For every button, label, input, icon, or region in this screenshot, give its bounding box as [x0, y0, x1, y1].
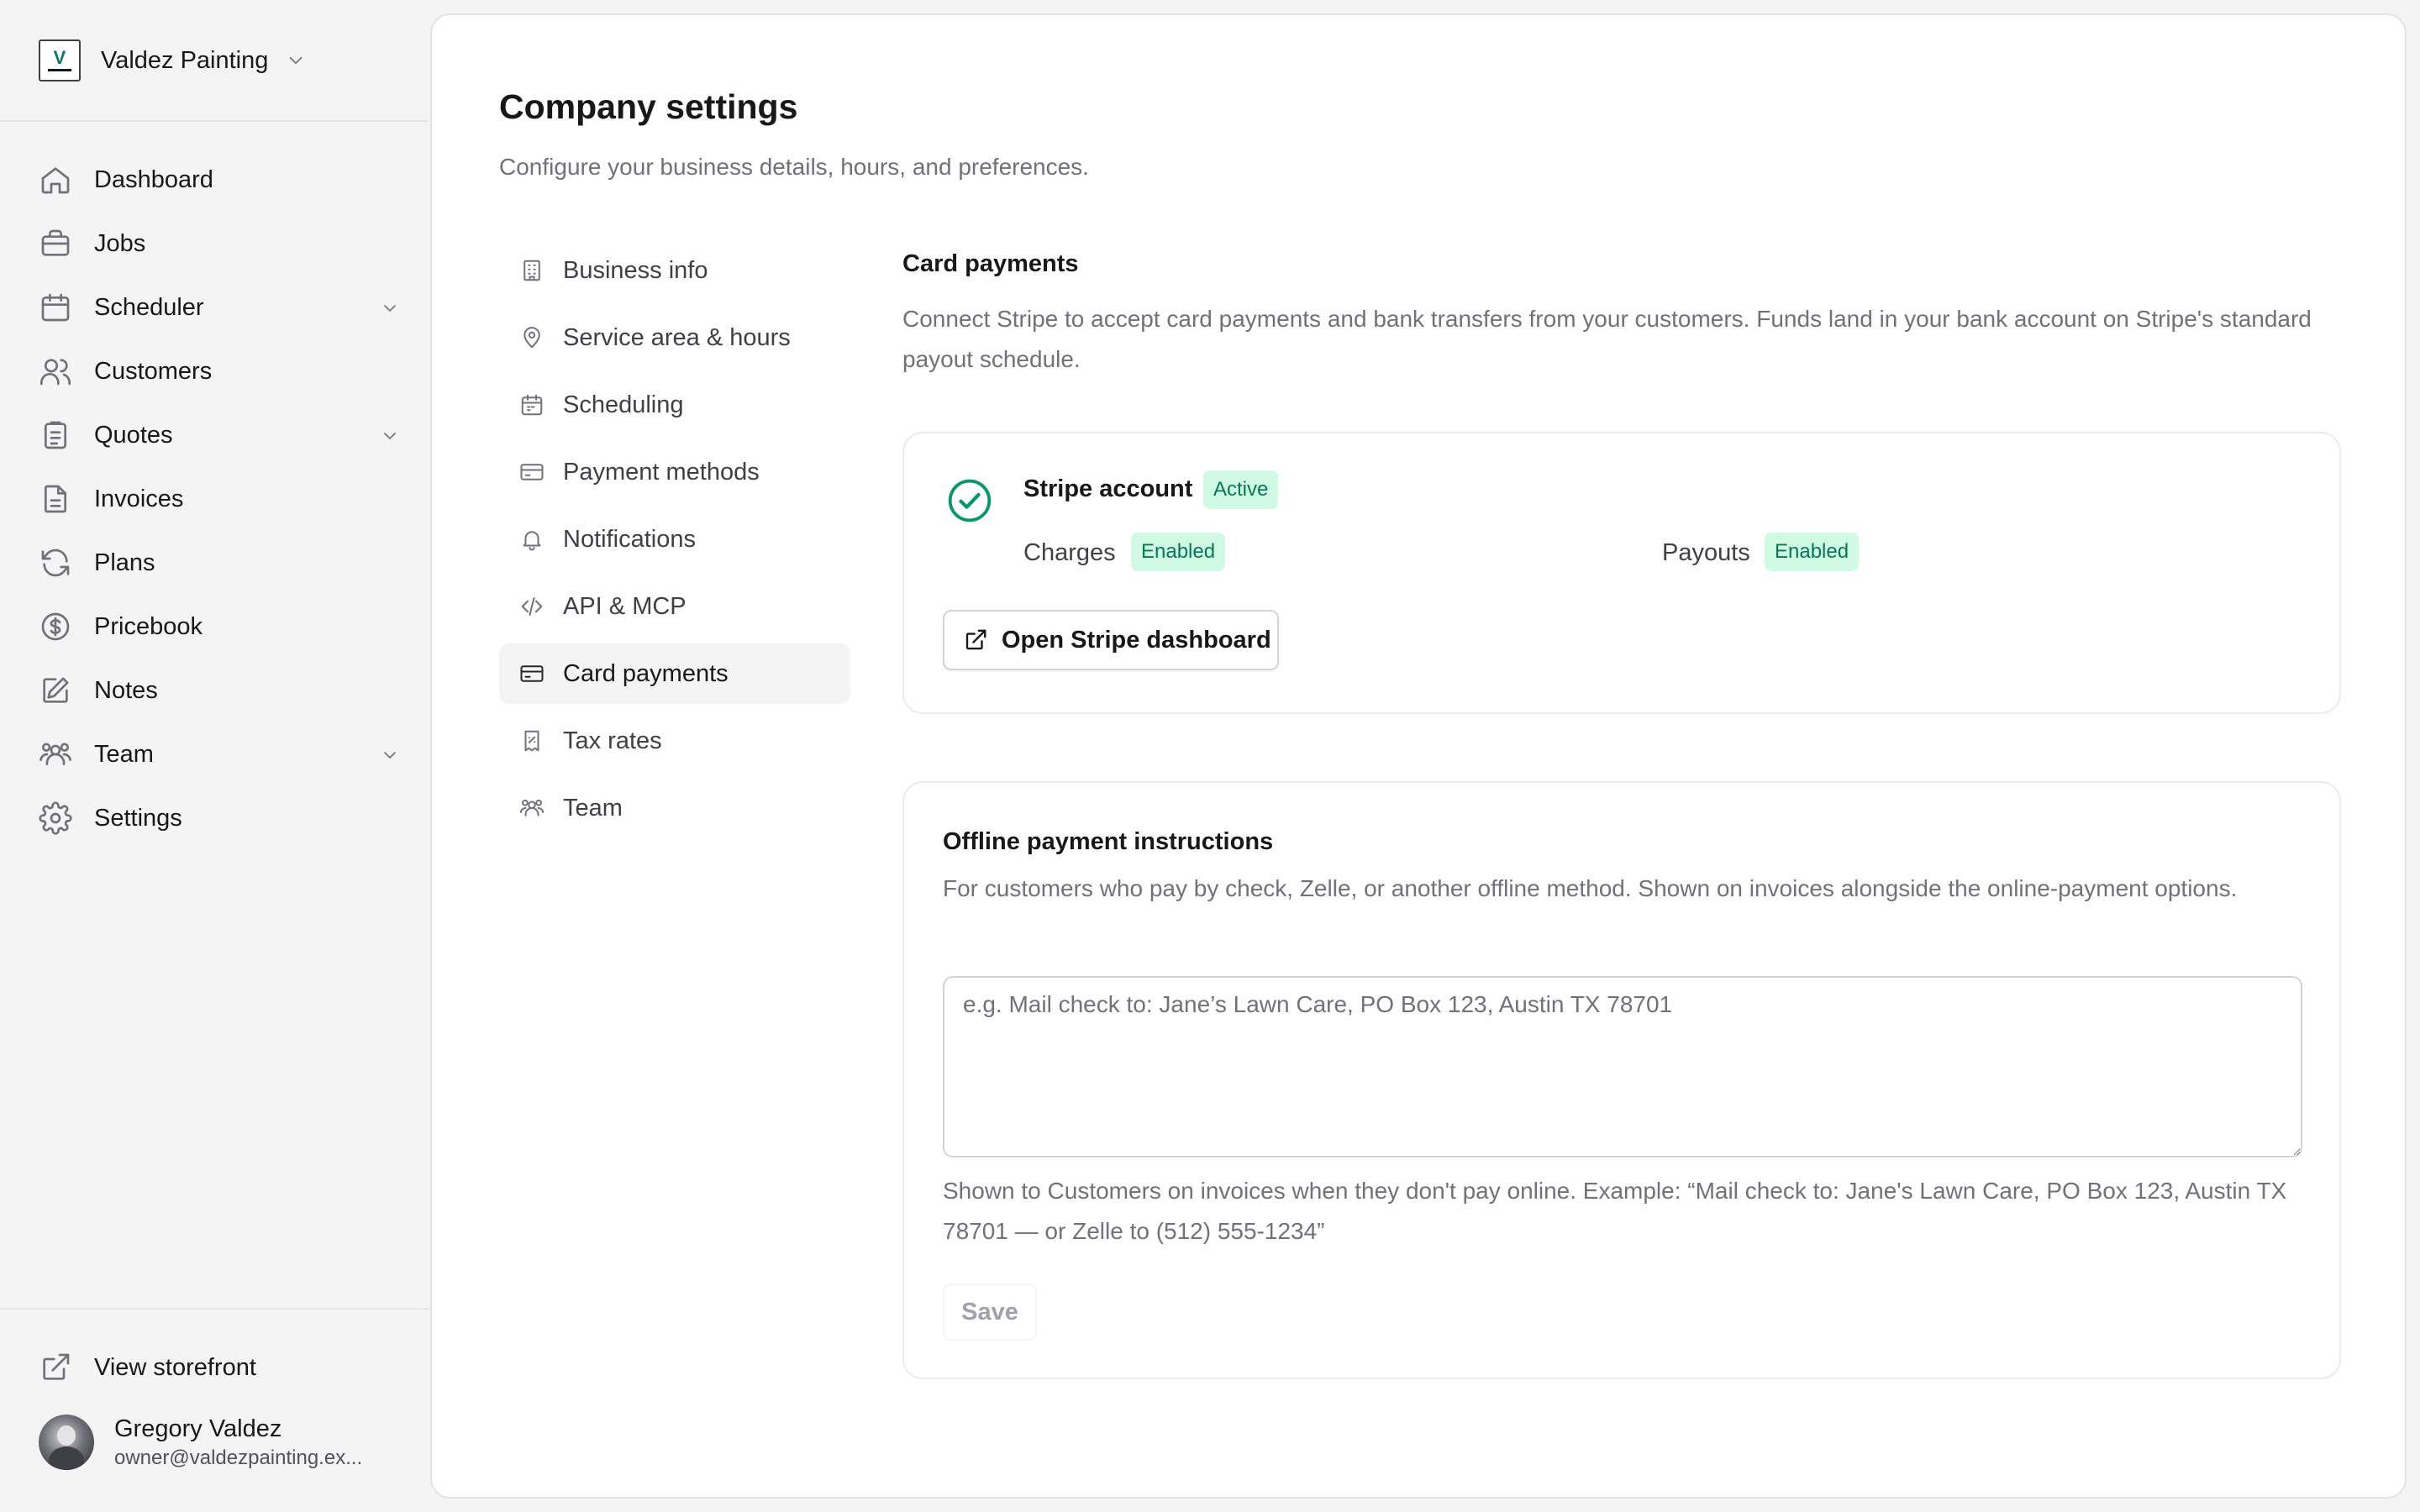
refresh-icon	[41, 549, 70, 577]
user-email: owner@valdezpainting.ex...	[114, 1446, 363, 1469]
sidebar-item-settings[interactable]: Settings	[39, 786, 400, 850]
file-icon	[45, 485, 66, 513]
calendar-icon	[521, 394, 543, 416]
divider	[0, 1308, 429, 1310]
settings-nav-scheduling[interactable]: Scheduling	[499, 375, 850, 435]
main-panel: Company settings Configure your business…	[430, 13, 2407, 1499]
external-link-icon	[965, 629, 986, 650]
settings-nav-card-payments[interactable]: Card payments	[499, 643, 850, 704]
bell-icon	[523, 531, 541, 551]
sidebar: V Valdez Painting Dashboard Jobs Schedul…	[0, 0, 429, 1512]
offline-instructions-help: Shown to Customers on invoices when they…	[943, 1178, 2287, 1244]
user-name: Gregory Valdez	[114, 1415, 282, 1442]
dollar-circle-icon	[41, 612, 70, 641]
check-circle-icon	[948, 479, 992, 522]
building-icon	[523, 260, 540, 281]
credit-card-icon	[520, 665, 544, 682]
settings-nav-business-info[interactable]: Business info	[499, 240, 850, 301]
user-menu[interactable]: Gregory Valdez owner@valdezpainting.ex..…	[39, 1411, 400, 1473]
team-icon	[39, 743, 71, 765]
sidebar-item-pricebook[interactable]: Pricebook	[39, 595, 400, 659]
section-description: Connect Stripe to accept card payments a…	[902, 306, 2312, 372]
settings-nav-api-mcp[interactable]: API & MCP	[499, 576, 850, 637]
offline-payment-description: For customers who pay by check, Zelle, o…	[943, 875, 2238, 901]
settings-nav-service-area[interactable]: Service area & hours	[499, 307, 850, 368]
chevron-down-icon[interactable]	[380, 745, 400, 765]
avatar	[39, 1415, 94, 1470]
divider	[0, 120, 429, 122]
code-icon	[521, 597, 543, 616]
offline-instructions-input[interactable]	[943, 976, 2302, 1158]
chevron-down-icon[interactable]	[380, 426, 400, 446]
team-icon	[519, 799, 544, 816]
settings-nav-notifications[interactable]: Notifications	[499, 509, 850, 570]
save-button[interactable]: Save	[943, 1284, 1037, 1341]
status-badge: Active	[1203, 470, 1279, 509]
pencil-icon	[43, 677, 69, 703]
users-icon	[40, 359, 71, 386]
calendar-icon	[41, 293, 70, 322]
org-switcher[interactable]: V Valdez Painting	[39, 39, 307, 82]
sidebar-item-notes[interactable]: Notes	[39, 659, 400, 722]
home-icon	[41, 167, 70, 194]
sidebar-item-customers[interactable]: Customers	[39, 339, 400, 403]
chevron-down-icon[interactable]	[380, 298, 400, 318]
charges-status-badge: Enabled	[1131, 533, 1226, 571]
page-subtitle: Configure your business details, hours, …	[499, 154, 1089, 180]
payouts-status-badge: Enabled	[1765, 533, 1860, 571]
org-logo: V	[39, 39, 81, 81]
sidebar-item-jobs[interactable]: Jobs	[39, 212, 400, 276]
main-nav: Dashboard Jobs Scheduler Customers Quote…	[39, 148, 400, 850]
sidebar-item-scheduler[interactable]: Scheduler	[39, 276, 400, 339]
org-name: Valdez Painting	[101, 46, 269, 74]
credit-card-icon	[520, 464, 544, 480]
map-pin-icon	[523, 327, 540, 349]
settings-nav-tax-rates[interactable]: Tax rates	[499, 711, 850, 771]
stripe-account-title: Stripe account	[1023, 475, 1193, 502]
receipt-icon	[524, 730, 539, 752]
sidebar-item-dashboard[interactable]: Dashboard	[39, 148, 400, 212]
settings-nav-payment-methods[interactable]: Payment methods	[499, 442, 850, 502]
clipboard-icon	[45, 421, 66, 449]
open-stripe-dashboard-label: Open Stripe dashboard	[1002, 626, 1271, 654]
briefcase-icon	[41, 229, 70, 256]
sidebar-item-quotes[interactable]: Quotes	[39, 403, 400, 467]
stripe-account-card: Stripe account Active Charges Enabled Pa…	[902, 432, 2341, 714]
user-info: Gregory Valdez owner@valdezpainting.ex..…	[114, 1413, 362, 1472]
settings-nav-team[interactable]: Team	[499, 778, 850, 838]
external-link-icon	[43, 1353, 70, 1380]
charges-label: Charges	[1023, 539, 1116, 566]
sidebar-item-plans[interactable]: Plans	[39, 531, 400, 595]
open-stripe-dashboard-button[interactable]: Open Stripe dashboard	[943, 610, 1279, 670]
chevron-down-icon	[290, 56, 302, 65]
view-storefront-link[interactable]: View storefront	[39, 1336, 256, 1399]
offline-payment-card: Offline payment instructions For custome…	[902, 781, 2341, 1379]
settings-nav: Business info Service area & hours Sched…	[499, 240, 850, 845]
gear-icon	[39, 801, 72, 835]
offline-payment-title: Offline payment instructions	[943, 828, 1274, 855]
sidebar-item-team[interactable]: Team	[39, 722, 400, 786]
sidebar-item-invoices[interactable]: Invoices	[39, 467, 400, 531]
section-title: Card payments	[902, 250, 1079, 277]
page-title: Company settings	[499, 87, 798, 126]
payouts-label: Payouts	[1662, 539, 1750, 566]
